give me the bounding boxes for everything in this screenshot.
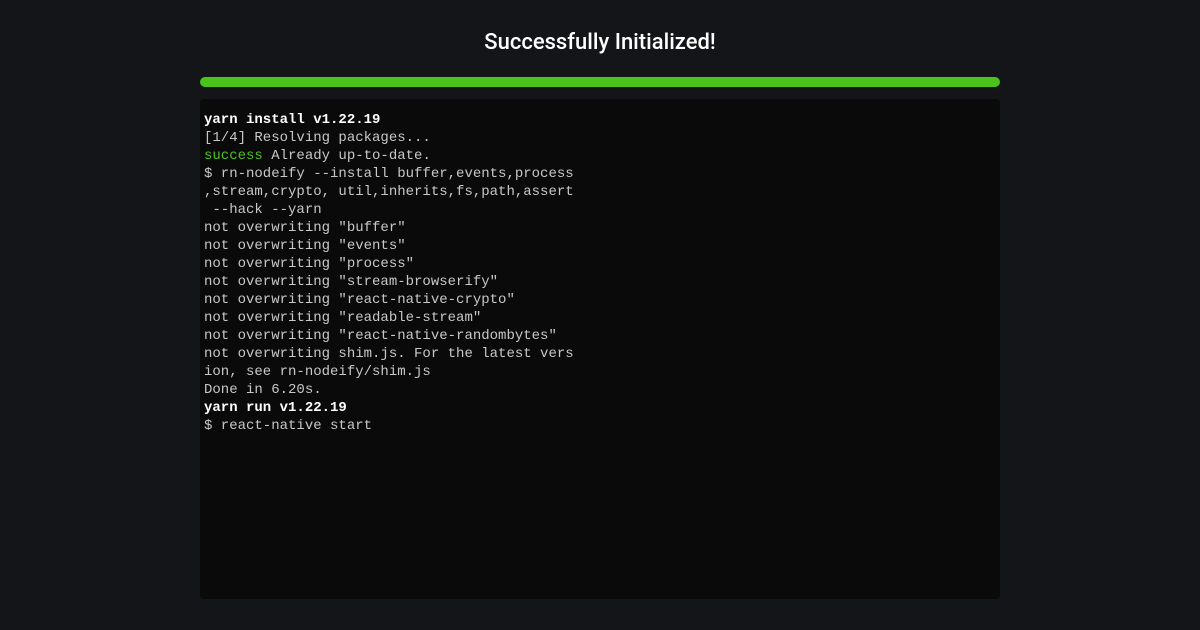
terminal-segment: ion, see rn-nodeify/shim.js	[204, 364, 431, 380]
terminal-segment: yarn install v1.22.19	[204, 112, 380, 128]
terminal-line: not overwriting shim.js. For the latest …	[204, 345, 996, 363]
terminal-segment: not overwriting "stream-browserify"	[204, 274, 498, 290]
terminal-segment: $ rn-nodeify --install buffer,events,pro…	[204, 166, 574, 182]
terminal-line: not overwriting "process"	[204, 255, 996, 273]
progress-bar	[200, 77, 1000, 87]
terminal-line: not overwriting "readable-stream"	[204, 309, 996, 327]
terminal-line: $ rn-nodeify --install buffer,events,pro…	[204, 165, 996, 183]
terminal-line: [1/4] Resolving packages...	[204, 129, 996, 147]
terminal-segment: Already up-to-date.	[263, 148, 431, 164]
terminal-segment: not overwriting "process"	[204, 256, 414, 272]
terminal-segment: not overwriting "events"	[204, 238, 406, 254]
terminal-line: not overwriting "react-native-randombyte…	[204, 327, 996, 345]
terminal-segment: ,stream,crypto, util,inherits,fs,path,as…	[204, 184, 574, 200]
terminal-segment: [1/4] Resolving packages...	[204, 130, 431, 146]
terminal-output: yarn install v1.22.19 [1/4] Resolving pac…	[200, 99, 1000, 599]
page-title: Successfully Initialized!	[484, 30, 715, 55]
terminal-line: ,stream,crypto, util,inherits,fs,path,as…	[204, 183, 996, 201]
terminal-segment: success	[204, 148, 263, 164]
terminal-segment: not overwriting shim.js. For the latest …	[204, 346, 574, 362]
terminal-line: ion, see rn-nodeify/shim.js	[204, 363, 996, 381]
terminal-segment: yarn run v1.22.19	[204, 400, 347, 416]
terminal-line: Done in 6.20s.	[204, 381, 996, 399]
terminal-line: yarn run v1.22.19	[204, 399, 996, 417]
terminal-segment: not overwriting "buffer"	[204, 220, 406, 236]
terminal-segment: not overwriting "react-native-randombyte…	[204, 328, 557, 344]
terminal-line: not overwriting "events"	[204, 237, 996, 255]
terminal-line: not overwriting "react-native-crypto"	[204, 291, 996, 309]
terminal-line: $ react-native start	[204, 417, 996, 435]
terminal-segment: --hack --yarn	[204, 202, 322, 218]
terminal-segment: not overwriting "readable-stream"	[204, 310, 481, 326]
terminal-line: success Already up-to-date.	[204, 147, 996, 165]
terminal-line: not overwriting "stream-browserify"	[204, 273, 996, 291]
terminal-line: --hack --yarn	[204, 201, 996, 219]
terminal-segment: $ react-native start	[204, 418, 372, 434]
terminal-line: yarn install v1.22.19	[204, 111, 996, 129]
terminal-segment: Done in 6.20s.	[204, 382, 322, 398]
terminal-segment: not overwriting "react-native-crypto"	[204, 292, 515, 308]
terminal-line: not overwriting "buffer"	[204, 219, 996, 237]
